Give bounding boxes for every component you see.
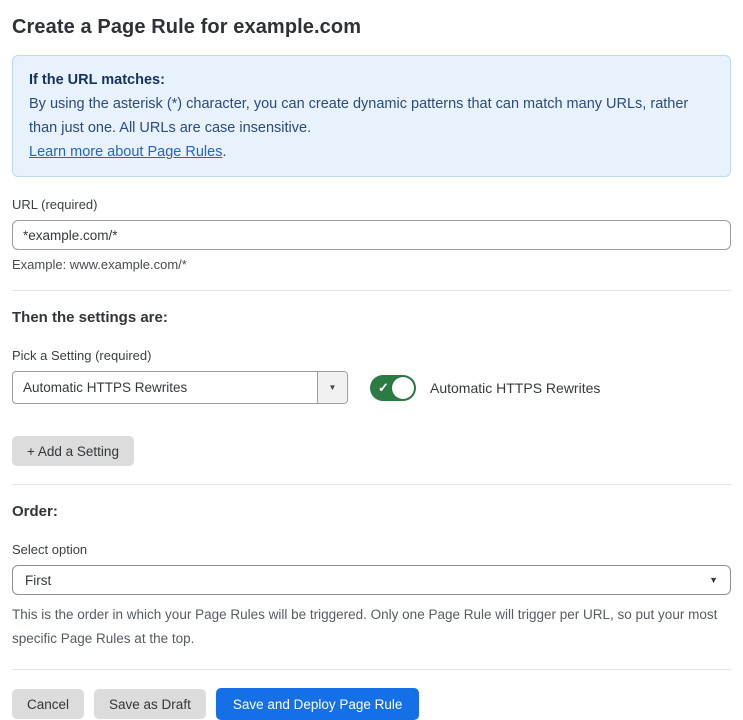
page-title: Create a Page Rule for example.com — [12, 16, 362, 38]
info-box-heading: If the URL matches: — [29, 72, 165, 88]
setting-dropdown[interactable]: Automatic HTTPS Rewrites ▼ — [12, 371, 348, 404]
toggle-label: Automatic HTTPS Rewrites — [430, 379, 601, 396]
create-page-rule-panel: Create a Page Rule for example.com If th… — [0, 0, 743, 720]
divider — [12, 484, 731, 485]
add-setting-button[interactable]: + Add a Setting — [12, 436, 134, 466]
url-input[interactable] — [12, 220, 731, 250]
toggle-check-icon: ✓ — [378, 379, 389, 395]
order-select[interactable]: First ▼ — [12, 565, 731, 595]
settings-section-heading: Then the settings are: — [12, 309, 168, 326]
url-matches-info-box: If the URL matches: By using the asteris… — [12, 55, 731, 177]
automatic-https-rewrites-toggle[interactable]: ✓ — [370, 374, 416, 401]
setting-toggle-group: ✓ Automatic HTTPS Rewrites — [370, 374, 601, 401]
setting-row: Automatic HTTPS Rewrites ▼ ✓ Automatic H… — [12, 371, 731, 404]
toggle-knob — [392, 376, 414, 399]
order-select-label: Select option — [12, 542, 88, 557]
select-arrow-icon: ▼ — [709, 575, 718, 585]
setting-dropdown-value: Automatic HTTPS Rewrites — [23, 380, 188, 395]
url-field-label: URL (required) — [12, 197, 98, 212]
divider — [12, 290, 731, 291]
chevron-down-icon[interactable]: ▼ — [317, 372, 347, 403]
info-box-link-line: Learn more about Page Rules. — [29, 140, 714, 164]
save-as-draft-button[interactable]: Save as Draft — [94, 689, 206, 719]
save-and-deploy-button[interactable]: Save and Deploy Page Rule — [215, 688, 420, 720]
order-section-heading: Order: — [12, 503, 58, 520]
cancel-button[interactable]: Cancel — [12, 689, 85, 719]
pick-setting-label: Pick a Setting (required) — [12, 348, 152, 363]
learn-more-link[interactable]: Learn more about Page Rules — [29, 144, 222, 160]
info-box-body: By using the asterisk (*) character, you… — [29, 96, 689, 136]
order-select-value: First — [25, 572, 52, 588]
url-helper-text: Example: www.example.com/* — [12, 257, 187, 272]
footer-action-bar: Cancel Save as Draft Save and Deploy Pag… — [12, 688, 731, 720]
link-suffix: . — [222, 144, 227, 160]
order-helper-text: This is the order in which your Page Rul… — [12, 607, 718, 646]
divider — [12, 669, 731, 670]
